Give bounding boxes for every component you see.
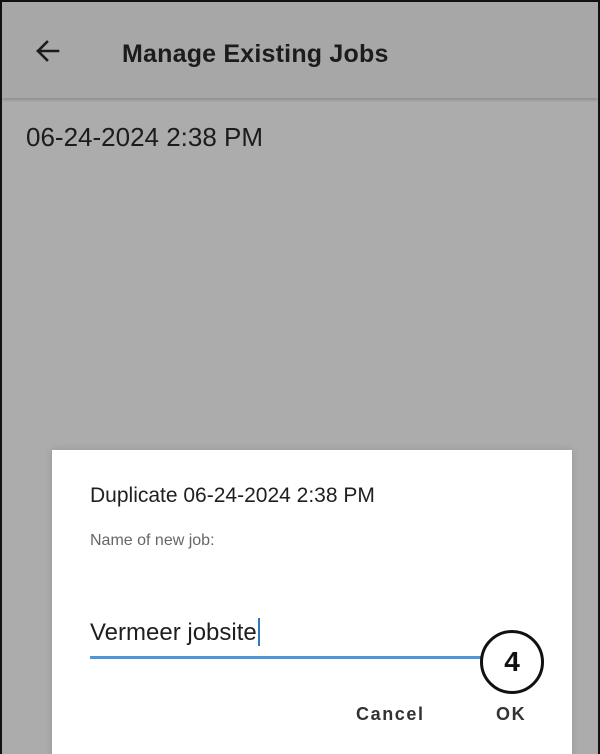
app-screen: Manage Existing Jobs 06-24-2024 2:38 PM … <box>0 0 600 754</box>
dialog-message: Name of new job: <box>90 532 215 549</box>
duplicate-job-dialog: Duplicate 06-24-2024 2:38 PM Name of new… <box>52 450 572 754</box>
dialog-title: Duplicate 06-24-2024 2:38 PM <box>90 484 375 507</box>
app-bar: Manage Existing Jobs <box>2 2 598 98</box>
text-caret <box>257 618 260 646</box>
new-job-name-field[interactable]: Vermeer jobsite <box>90 618 260 647</box>
arrow-left-icon <box>36 40 60 62</box>
new-job-name-value: Vermeer jobsite <box>90 619 257 646</box>
cancel-button[interactable]: Cancel <box>356 704 425 725</box>
step-number-callout: 4 <box>480 630 544 694</box>
new-job-name-input[interactable]: Vermeer jobsite <box>90 616 488 659</box>
back-button[interactable] <box>34 38 60 64</box>
page-title: Manage Existing Jobs <box>122 40 389 68</box>
job-list-item[interactable]: 06-24-2024 2:38 PM <box>26 122 263 153</box>
ok-button[interactable]: OK <box>496 704 526 725</box>
